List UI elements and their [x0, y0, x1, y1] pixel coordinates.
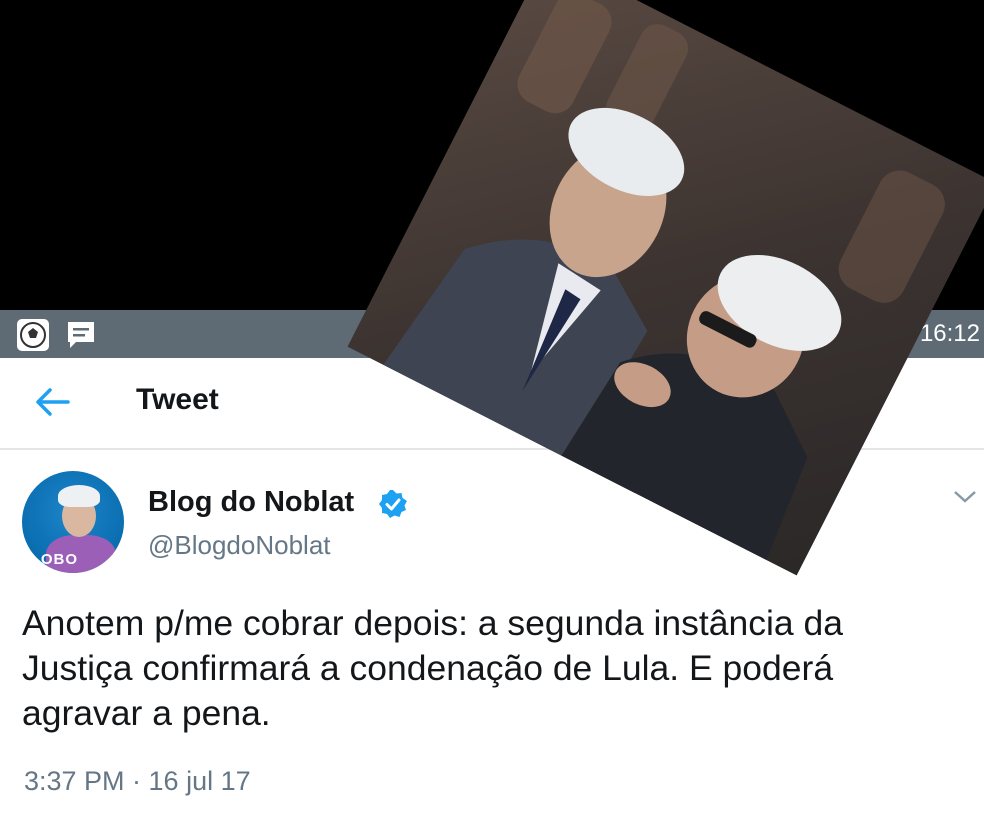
author-handle[interactable]: @BlogdoNoblat: [148, 530, 331, 561]
chevron-down-icon[interactable]: [952, 488, 978, 506]
author-name[interactable]: Blog do Noblat: [148, 486, 354, 519]
avatar-brand-text: GLOBO: [22, 551, 78, 568]
avatar[interactable]: GLOBO: [22, 471, 124, 573]
tweet-text: Anotem p/me cobrar depois: a segunda ins…: [22, 603, 843, 733]
message-icon: [66, 320, 96, 355]
page-title: Tweet: [136, 383, 219, 416]
tweet-timestamp[interactable]: 3:37 PM · 16 jul 17: [24, 766, 251, 797]
status-time: 16:12: [919, 320, 980, 347]
back-arrow-icon[interactable]: [30, 382, 74, 422]
verified-badge-icon: [378, 489, 408, 519]
soccer-ball-icon: [16, 318, 50, 357]
avatar-hair: [58, 485, 100, 507]
